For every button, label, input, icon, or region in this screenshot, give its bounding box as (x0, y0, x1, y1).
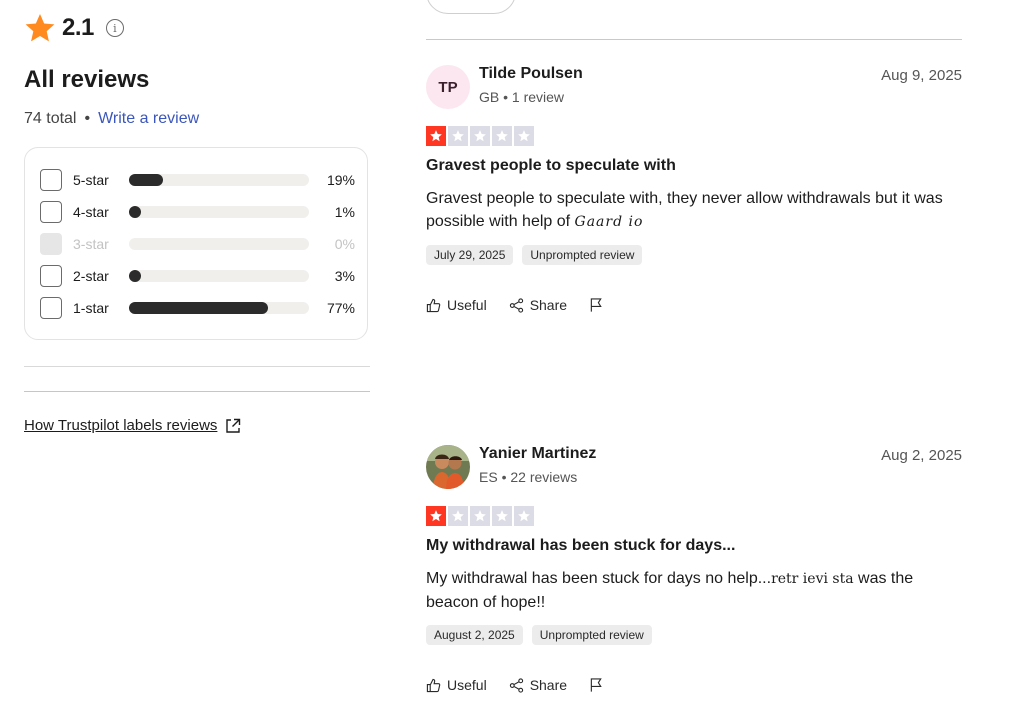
review-author[interactable]: Tilde Poulsen (479, 65, 583, 83)
useful-label: Useful (447, 297, 487, 313)
review-actions: Useful Share (426, 677, 632, 693)
flag-icon (590, 678, 602, 692)
distribution-label: 2-star (73, 268, 109, 284)
thumbs-up-icon (426, 298, 441, 312)
distribution-bar-fill (129, 270, 141, 282)
rating-row: 2.1 i (24, 12, 124, 44)
flag-icon (590, 298, 602, 312)
star-icon (25, 14, 55, 42)
distribution-row-1[interactable]: 1-star 77% (40, 296, 355, 320)
distribution-row-4[interactable]: 4-star 1% (40, 200, 355, 224)
experience-date-tag: July 29, 2025 (426, 245, 514, 265)
review-author[interactable]: Yanier Martinez (479, 445, 596, 463)
review-body: My withdrawal has been stuck for days no… (426, 567, 962, 614)
star-icon (492, 126, 512, 146)
distribution-bar-fill (129, 206, 141, 218)
review-body-script-text: Gaard io (574, 214, 644, 230)
star-icon (470, 506, 490, 526)
distribution-percent: 0% (334, 236, 355, 252)
star-icon (470, 126, 490, 146)
filter-checkbox-2-star[interactable] (40, 265, 62, 287)
useful-button[interactable]: Useful (426, 297, 487, 313)
report-button[interactable] (589, 297, 610, 313)
divider (24, 391, 370, 392)
share-label: Share (529, 677, 568, 693)
distribution-bar (129, 302, 309, 314)
review-body-text: Gravest people to speculate with, they n… (426, 190, 943, 230)
review-body-text: My withdrawal has been stuck for days no… (426, 570, 772, 587)
star-icon (426, 126, 446, 146)
review-total: 74 total (24, 110, 77, 127)
review-body: Gravest people to speculate with, they n… (426, 187, 962, 234)
distribution-bar (129, 174, 309, 186)
review-date: Aug 2, 2025 (881, 447, 962, 464)
filter-checkbox-4-star[interactable] (40, 201, 62, 223)
info-icon[interactable]: i (105, 19, 124, 37)
share-button[interactable]: Share (509, 297, 567, 313)
filter-pill[interactable] (426, 0, 516, 14)
useful-label: Useful (447, 677, 487, 693)
distribution-bar (129, 270, 309, 282)
review-star-rating (426, 506, 536, 526)
review-kind-tag[interactable]: Unprompted review (531, 625, 652, 645)
write-review-link[interactable]: Write a review (98, 110, 199, 127)
filter-checkbox-3-star (40, 233, 62, 255)
share-icon (509, 297, 523, 313)
distribution-bar (129, 206, 309, 218)
review-date: Aug 9, 2025 (881, 67, 962, 84)
experience-date-tag: August 2, 2025 (426, 625, 523, 645)
all-reviews-heading: All reviews (24, 66, 150, 93)
labels-info-link[interactable]: How Trustpilot labels reviews (24, 417, 241, 434)
share-label: Share (529, 297, 568, 313)
review-title[interactable]: My withdrawal has been stuck for days... (426, 537, 735, 555)
review-body-script-text: retr ievi sta (771, 571, 854, 587)
review-actions: Useful Share (426, 297, 632, 313)
distribution-percent: 1% (334, 204, 355, 220)
rating-value: 2.1 (62, 14, 94, 41)
distribution-bar-fill (129, 174, 164, 186)
distribution-label: 1-star (73, 300, 109, 316)
distribution-label: 3-star (73, 236, 109, 252)
report-button[interactable] (589, 677, 610, 693)
thumbs-up-icon (426, 678, 441, 692)
divider (24, 366, 370, 367)
distribution-row-5[interactable]: 5-star 19% (40, 168, 355, 192)
review-title[interactable]: Gravest people to speculate with (426, 157, 676, 175)
avatar-photo (426, 445, 470, 489)
star-icon (448, 126, 468, 146)
review-total-line: 74 total • Write a review (24, 110, 199, 128)
distribution-percent: 3% (334, 268, 355, 284)
labels-info-text: How Trustpilot labels reviews (24, 417, 218, 434)
star-icon (514, 506, 534, 526)
distribution-label: 5-star (73, 172, 109, 188)
share-button[interactable]: Share (509, 677, 567, 693)
star-icon (514, 126, 534, 146)
distribution-bar-fill (129, 302, 268, 314)
filter-checkbox-1-star[interactable] (40, 297, 62, 319)
external-link-icon (226, 418, 241, 433)
distribution-row-3: 3-star 0% (40, 232, 355, 256)
share-icon (509, 677, 523, 693)
review-tags: July 29, 2025 Unprompted review (426, 245, 651, 265)
review-author-meta: GB • 1 review (479, 89, 565, 105)
star-icon (448, 506, 468, 526)
filter-checkbox-5-star[interactable] (40, 169, 62, 191)
avatar[interactable] (426, 445, 470, 489)
distribution-bar (129, 238, 309, 250)
review-author-meta: ES • 22 reviews (479, 469, 578, 485)
review-tags: August 2, 2025 Unprompted review (426, 625, 661, 645)
avatar[interactable]: TP (426, 65, 470, 109)
star-icon (492, 506, 512, 526)
distribution-label: 4-star (73, 204, 109, 220)
star-distribution: 5-star 19% 4-star 1% 3-star 0% 2-star 3%… (24, 147, 368, 340)
star-icon (426, 506, 446, 526)
review-star-rating (426, 126, 536, 146)
distribution-percent: 19% (326, 172, 355, 188)
separator-dot: • (84, 110, 91, 127)
useful-button[interactable]: Useful (426, 677, 487, 693)
review-kind-tag[interactable]: Unprompted review (522, 245, 643, 265)
divider (426, 39, 962, 40)
distribution-percent: 77% (326, 300, 355, 316)
distribution-row-2[interactable]: 2-star 3% (40, 264, 355, 288)
